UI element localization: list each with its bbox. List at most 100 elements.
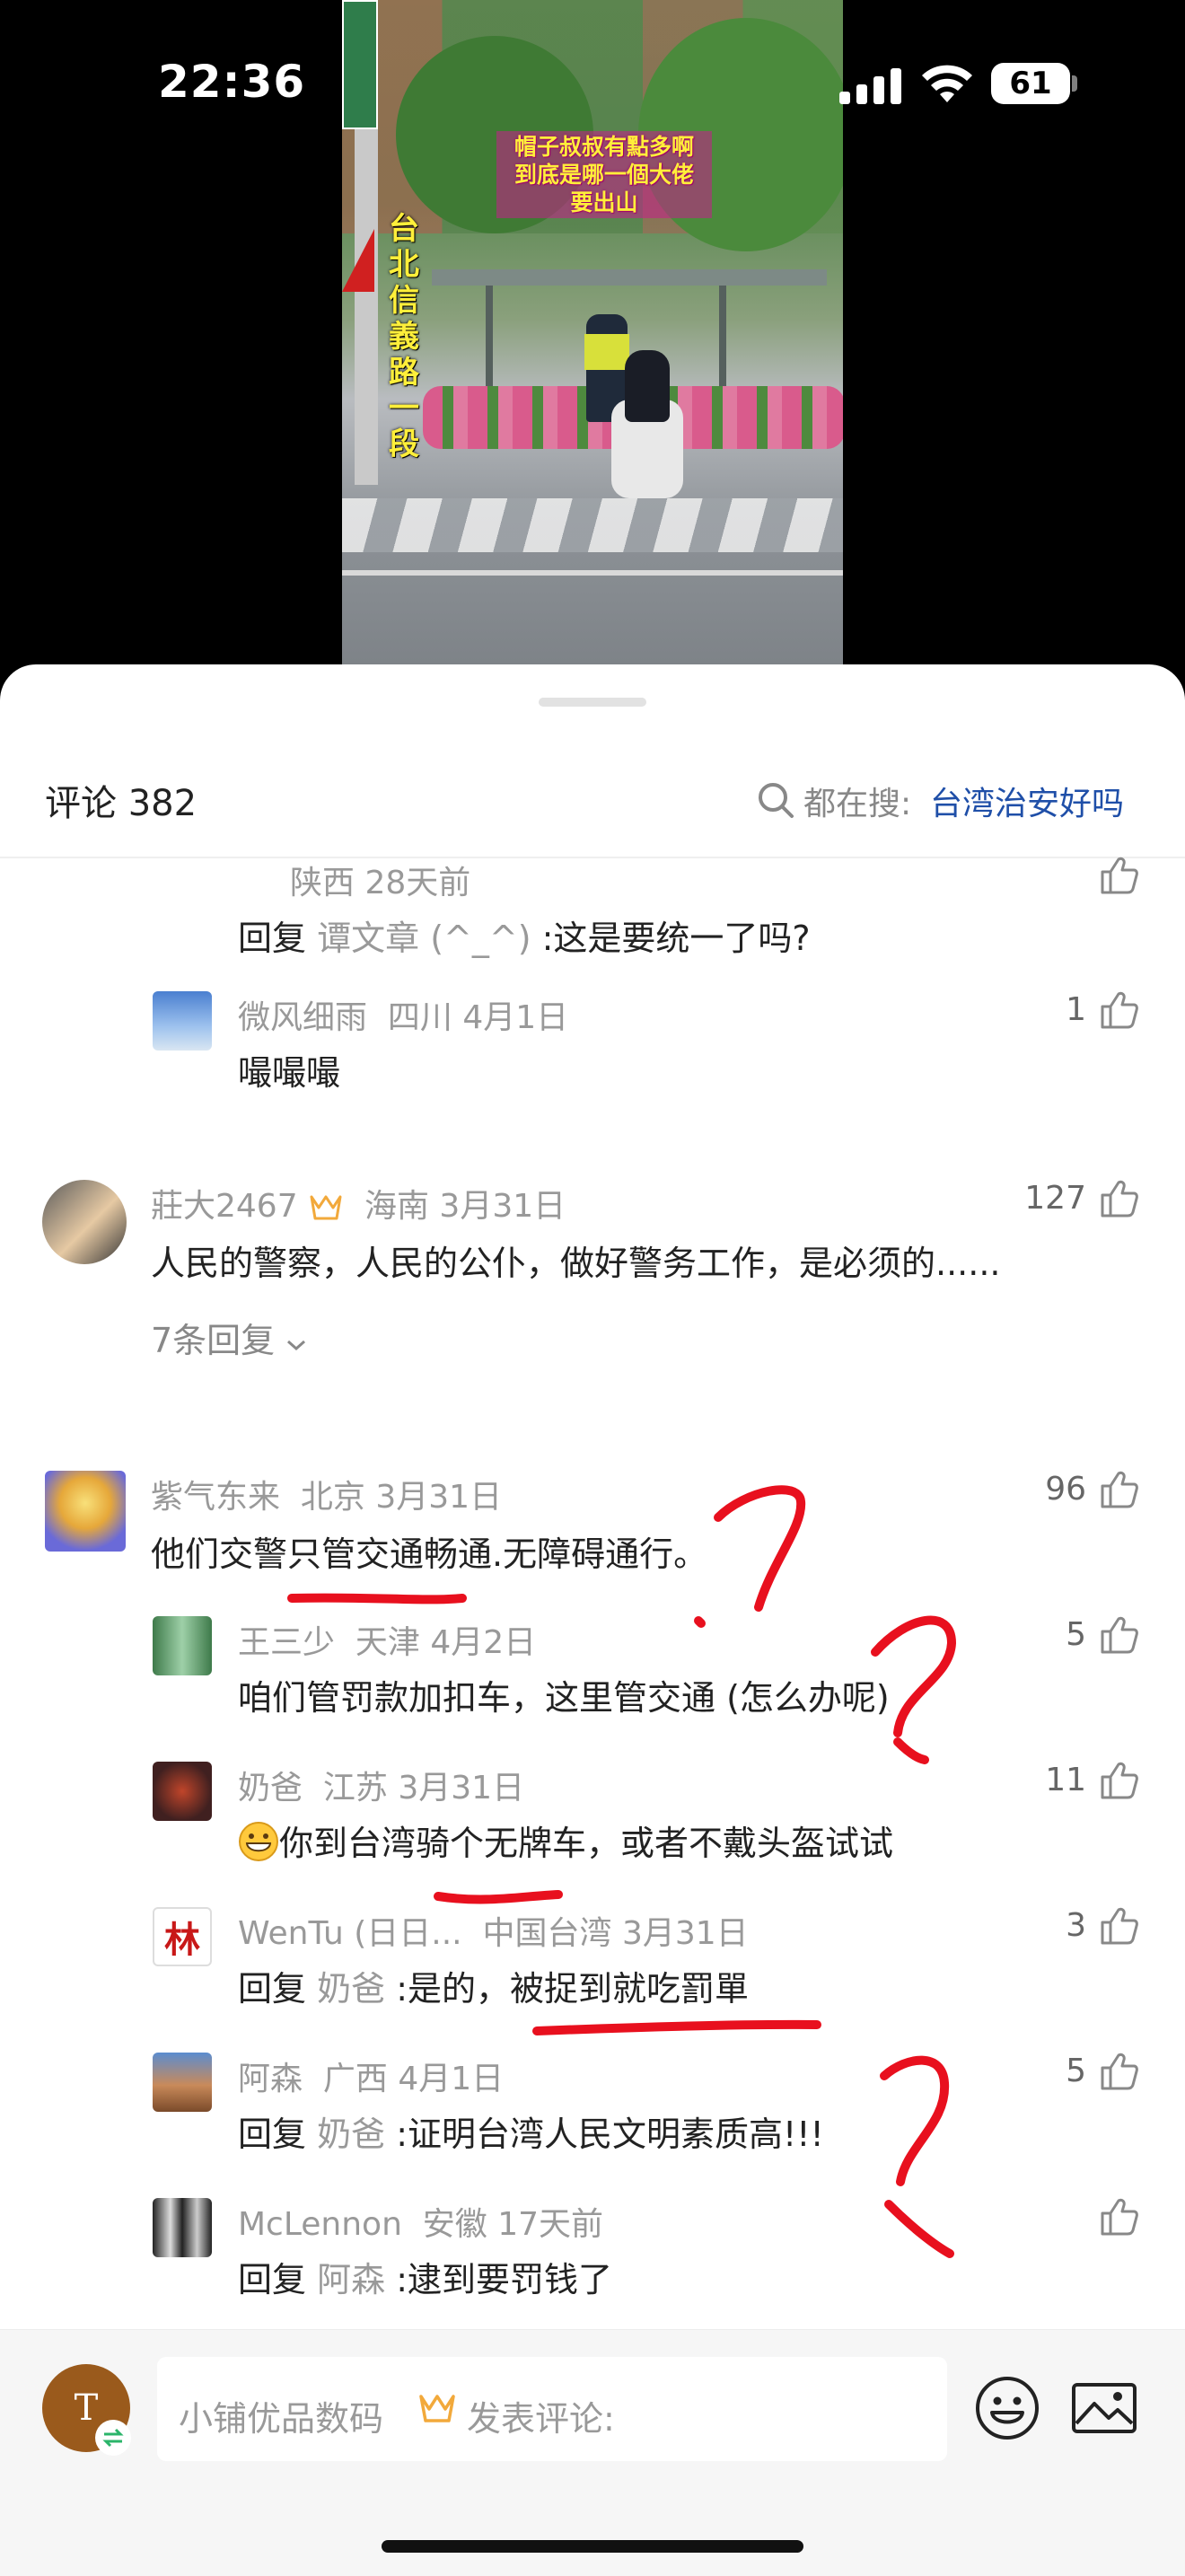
user-avatar[interactable] bbox=[153, 2198, 212, 2257]
reply-text: :逮到要罚钱了 bbox=[396, 2260, 613, 2299]
like-icon[interactable] bbox=[1100, 1907, 1139, 1945]
reply-prefix: 回复 bbox=[238, 2114, 307, 2154]
battery-level: 61 bbox=[1009, 66, 1052, 101]
comment-text: 你到台湾骑个无牌车，或者不戴头盔试试 bbox=[238, 1816, 893, 1865]
comment-text: 回复 奶爸 :证明台湾人民文明素质高!!! bbox=[238, 2106, 824, 2156]
comment-username[interactable]: WenTu (日日... bbox=[238, 1915, 462, 1952]
reply-item[interactable]: 阿森 广西 4月1日 回复 奶爸 :证明台湾人民文明素质高!!! 5 bbox=[0, 2053, 1185, 2187]
comment-item[interactable]: 紫气东来 北京 3月31日 他们交警只管交通畅通.无障碍通行。 96 bbox=[0, 1471, 1185, 1605]
like-icon[interactable] bbox=[1100, 1471, 1139, 1508]
user-avatar[interactable] bbox=[42, 1180, 127, 1264]
reply-to-user[interactable]: 阿森 bbox=[317, 2260, 385, 2299]
reply-to-user[interactable]: 奶爸 bbox=[317, 2114, 385, 2154]
like-icon[interactable] bbox=[1100, 1180, 1139, 1218]
comment-text: 咱们管罚款加扣车，这里管交通 (怎么办呢) bbox=[238, 1678, 890, 1718]
comment-input-placeholder: 发表评论: bbox=[467, 2399, 615, 2439]
video-crosswalk bbox=[342, 498, 843, 552]
comment-username[interactable]: McLennon bbox=[238, 2206, 402, 2243]
expand-replies-label: 7条回复 bbox=[151, 1321, 276, 1360]
like-count: 3 bbox=[1066, 1907, 1086, 1944]
trending-search-link[interactable]: 台湾治安好吗 bbox=[930, 778, 1124, 824]
like-icon[interactable] bbox=[1100, 2053, 1139, 2090]
battery-icon: 61 bbox=[991, 63, 1070, 104]
comment-text: 回复 谭文章 (^_^) :这是要统一了吗? bbox=[238, 910, 811, 960]
comment-text: 回复 阿森 :逮到要罚钱了 bbox=[238, 2252, 612, 2301]
comment-location-date: 中国台湾 3月31日 bbox=[482, 1915, 749, 1952]
comment-meta: 微风细雨 四川 4月1日 bbox=[238, 991, 568, 1038]
user-avatar[interactable] bbox=[153, 2053, 212, 2112]
reply-prefix: 回复 bbox=[238, 1969, 307, 2009]
avatar-character: 林 bbox=[164, 1919, 200, 1961]
comment-username[interactable]: 奶爸 bbox=[238, 1770, 303, 1807]
comment-username[interactable]: 莊大2467 bbox=[151, 1188, 298, 1225]
video-place-label: 台 北 信 義 路 一 段 bbox=[389, 211, 419, 462]
like-icon[interactable] bbox=[1100, 857, 1139, 894]
emoji-icon[interactable] bbox=[974, 2375, 1040, 2441]
comment-location-date: 广西 4月1日 bbox=[322, 2061, 505, 2097]
comment-location-date: 江苏 3月31日 bbox=[322, 1770, 525, 1807]
user-avatar[interactable] bbox=[153, 1616, 212, 1675]
like-icon[interactable] bbox=[1100, 1616, 1139, 1654]
reply-to-user[interactable]: 奶爸 bbox=[317, 1969, 385, 2009]
like-count: 127 bbox=[1024, 1180, 1086, 1217]
composer-username: 小铺优品数码 bbox=[179, 2399, 384, 2439]
comment-username[interactable]: 紫气东来 bbox=[151, 1479, 280, 1516]
comment-meta: WenTu (日日... 中国台湾 3月31日 bbox=[238, 1907, 749, 1954]
reply-item[interactable]: McLennon 安徽 17天前 回复 阿森 :逮到要罚钱了 bbox=[0, 2198, 1185, 2329]
like-count: 11 bbox=[1045, 1762, 1086, 1798]
expand-replies-button[interactable]: 7条回复 bbox=[151, 1313, 307, 1362]
reply-item[interactable]: 奶爸 江苏 3月31日 你到台湾骑个无牌车，或者不戴头盔试试 11 bbox=[0, 1762, 1185, 1896]
reply-to-user[interactable]: 谭文章 (^_^) bbox=[317, 919, 531, 958]
comment-location-date: 安徽 17天前 bbox=[422, 2206, 604, 2243]
comment-item[interactable]: 莊大2467 海南 3月31日 人民的警察，人民的公仆，做好警务工作，是必须的.… bbox=[0, 1180, 1185, 1413]
comment-text: 回复 奶爸 :是的，被捉到就吃罰單 bbox=[238, 1961, 749, 2010]
comments-header: 评论 382 都在搜: 台湾治安好吗 bbox=[0, 664, 1185, 858]
comment-meta: 紫气东来 北京 3月31日 bbox=[151, 1471, 502, 1517]
user-avatar[interactable]: 林 bbox=[153, 1907, 212, 1966]
reply-text: 你到台湾骑个无牌车，或者不戴头盔试试 bbox=[279, 1824, 894, 1863]
comment-meta: McLennon 安徽 17天前 bbox=[238, 2198, 603, 2245]
comment-location-date: 海南 3月31日 bbox=[364, 1188, 566, 1225]
comment-username[interactable]: 微风细雨 bbox=[238, 999, 367, 1036]
reply-item[interactable]: 王三少 天津 4月2日 咱们管罚款加扣车，这里管交通 (怎么办呢) 5 bbox=[0, 1616, 1185, 1751]
comment-text: 人民的警察，人民的公仆，做好警务工作，是必须的...... bbox=[151, 1244, 1001, 1283]
comment-list: 陕西 28天前 回复 谭文章 (^_^) :这是要统一了吗? 微风细雨 四川 4… bbox=[0, 857, 1185, 2329]
vip-crown-icon bbox=[310, 1195, 342, 1220]
search-prefix-label: 都在搜: bbox=[803, 786, 912, 822]
video-road-line bbox=[342, 570, 843, 576]
vip-crown-icon bbox=[419, 2395, 455, 2422]
switch-account-icon[interactable] bbox=[95, 2420, 131, 2456]
comment-count-title: 评论 382 bbox=[45, 783, 198, 824]
user-avatar[interactable] bbox=[153, 991, 212, 1051]
comment-location-date: 四川 4月1日 bbox=[387, 999, 569, 1036]
wifi-icon bbox=[922, 65, 972, 102]
search-icon[interactable] bbox=[757, 781, 794, 819]
comment-composer-bar: T 小铺优品数码 发表评论: bbox=[0, 2329, 1185, 2576]
like-count: 5 bbox=[1066, 2053, 1086, 2089]
grinning-emoji-icon bbox=[239, 1822, 278, 1861]
like-icon[interactable] bbox=[1100, 1762, 1139, 1799]
comment-meta: 陕西 28天前 bbox=[290, 865, 471, 901]
reply-item[interactable]: 林 WenTu (日日... 中国台湾 3月31日 回复 奶爸 :是的，被捉到就… bbox=[0, 1907, 1185, 2042]
reply-item[interactable]: 陕西 28天前 回复 谭文章 (^_^) :这是要统一了吗? bbox=[0, 857, 1185, 991]
image-icon[interactable] bbox=[1071, 2382, 1137, 2434]
status-time: 22:36 bbox=[158, 56, 306, 108]
user-avatar[interactable] bbox=[153, 1762, 212, 1821]
reply-prefix: 回复 bbox=[238, 919, 307, 958]
comment-username[interactable]: 王三少 bbox=[238, 1624, 335, 1661]
comment-input[interactable]: 小铺优品数码 发表评论: bbox=[157, 2357, 947, 2461]
reply-text: :这是要统一了吗? bbox=[541, 919, 811, 958]
like-icon[interactable] bbox=[1100, 2198, 1139, 2236]
comment-text: 他们交警只管交通畅通.无障碍通行。 bbox=[151, 1534, 708, 1574]
video-warning-sign bbox=[342, 229, 374, 292]
reply-text: :是的，被捉到就吃罰單 bbox=[396, 1969, 750, 2009]
comment-location-date: 北京 3月31日 bbox=[300, 1479, 503, 1516]
comment-text: 嘬嘬嘬 bbox=[238, 1053, 341, 1093]
comment-meta: 奶爸 江苏 3月31日 bbox=[238, 1762, 524, 1808]
video-police-vest bbox=[584, 334, 629, 370]
comment-username[interactable]: 阿森 bbox=[238, 2061, 303, 2097]
reply-item[interactable]: 微风细雨 四川 4月1日 嘬嘬嘬 1 bbox=[0, 991, 1185, 1126]
like-icon[interactable] bbox=[1100, 991, 1139, 1029]
user-avatar[interactable] bbox=[45, 1471, 126, 1552]
avatar-letter: T bbox=[74, 2387, 99, 2429]
